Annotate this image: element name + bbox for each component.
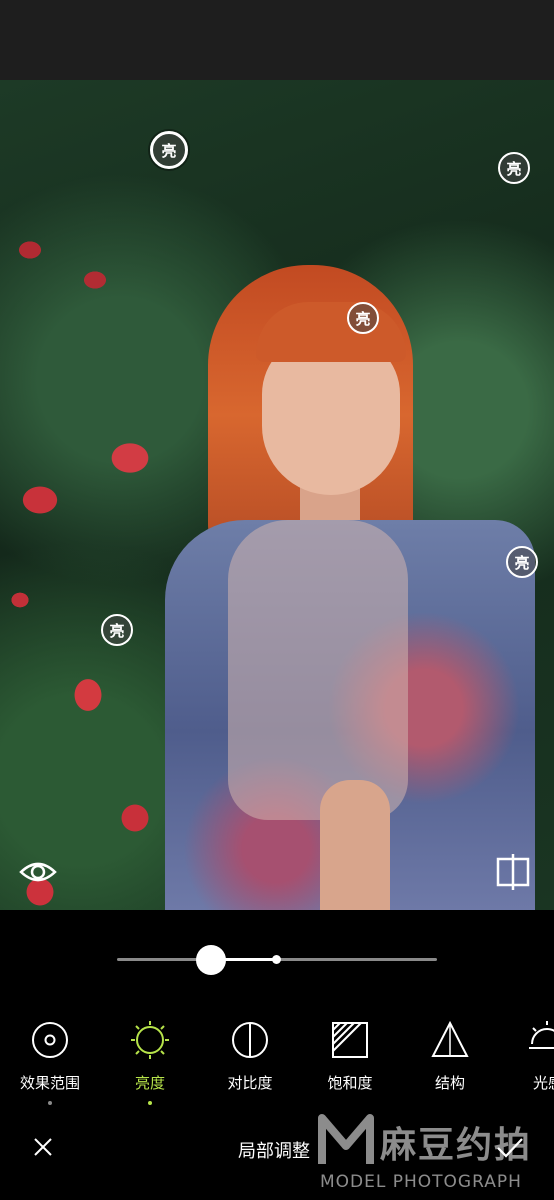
- tool-contrast[interactable]: 对比度: [205, 1020, 295, 1093]
- photo-subject-bangs: [256, 302, 406, 362]
- tool-label: 饱和度: [327, 1074, 373, 1092]
- top-bar: [0, 0, 554, 80]
- tool-brightness[interactable]: 亮度: [105, 1020, 195, 1105]
- cancel-button[interactable]: [32, 1136, 54, 1162]
- contrast-icon: [232, 1022, 268, 1058]
- tool-effect-range[interactable]: 效果范围: [5, 1020, 95, 1105]
- photo-subject-arm: [320, 780, 390, 910]
- tool-structure[interactable]: 结构: [405, 1020, 495, 1093]
- tool-label: 结构: [434, 1074, 465, 1092]
- intensity-slider[interactable]: [117, 945, 437, 975]
- saturation-icon: [332, 1022, 368, 1058]
- triangle-icon: [431, 1020, 469, 1057]
- target-icon: [32, 1022, 68, 1058]
- sun-icon: [131, 1021, 169, 1059]
- tool-light[interactable]: 光感: [505, 1020, 554, 1093]
- close-icon: [34, 1138, 52, 1156]
- photo-canvas[interactable]: [0, 80, 554, 910]
- confirm-button[interactable]: [496, 1136, 524, 1164]
- check-icon: [497, 1138, 523, 1158]
- tool-label: 对比度: [227, 1074, 273, 1092]
- tool-label: 效果范围: [19, 1074, 80, 1092]
- toggle-preview-button[interactable]: [18, 852, 58, 896]
- tool-label: 光感: [533, 1074, 554, 1092]
- slider-center-mark: [272, 955, 281, 964]
- compare-button[interactable]: [495, 852, 531, 896]
- compare-icon: [496, 854, 530, 890]
- light-icon: [529, 1021, 554, 1049]
- adjust-point-marker[interactable]: 亮: [498, 152, 530, 184]
- adjust-point-marker[interactable]: 亮: [506, 546, 538, 578]
- eye-icon: [19, 862, 57, 882]
- adjust-point-marker[interactable]: 亮: [347, 302, 379, 334]
- adjust-point-marker[interactable]: 亮: [101, 614, 133, 646]
- tool-indicator-dot: [48, 1101, 52, 1105]
- brand-logo-icon: [318, 1114, 374, 1164]
- tool-indicator-dot: [148, 1101, 152, 1105]
- adjust-point-marker[interactable]: 亮: [150, 131, 188, 169]
- photo-subject-sleeve: [228, 520, 408, 820]
- tool-label: 亮度: [134, 1074, 165, 1092]
- watermark-english: MODEL PHOTOGRAPH: [320, 1172, 522, 1192]
- page-title: 局部调整: [238, 1141, 310, 1162]
- slider-handle[interactable]: [196, 945, 226, 975]
- tool-saturation[interactable]: 饱和度: [305, 1020, 395, 1093]
